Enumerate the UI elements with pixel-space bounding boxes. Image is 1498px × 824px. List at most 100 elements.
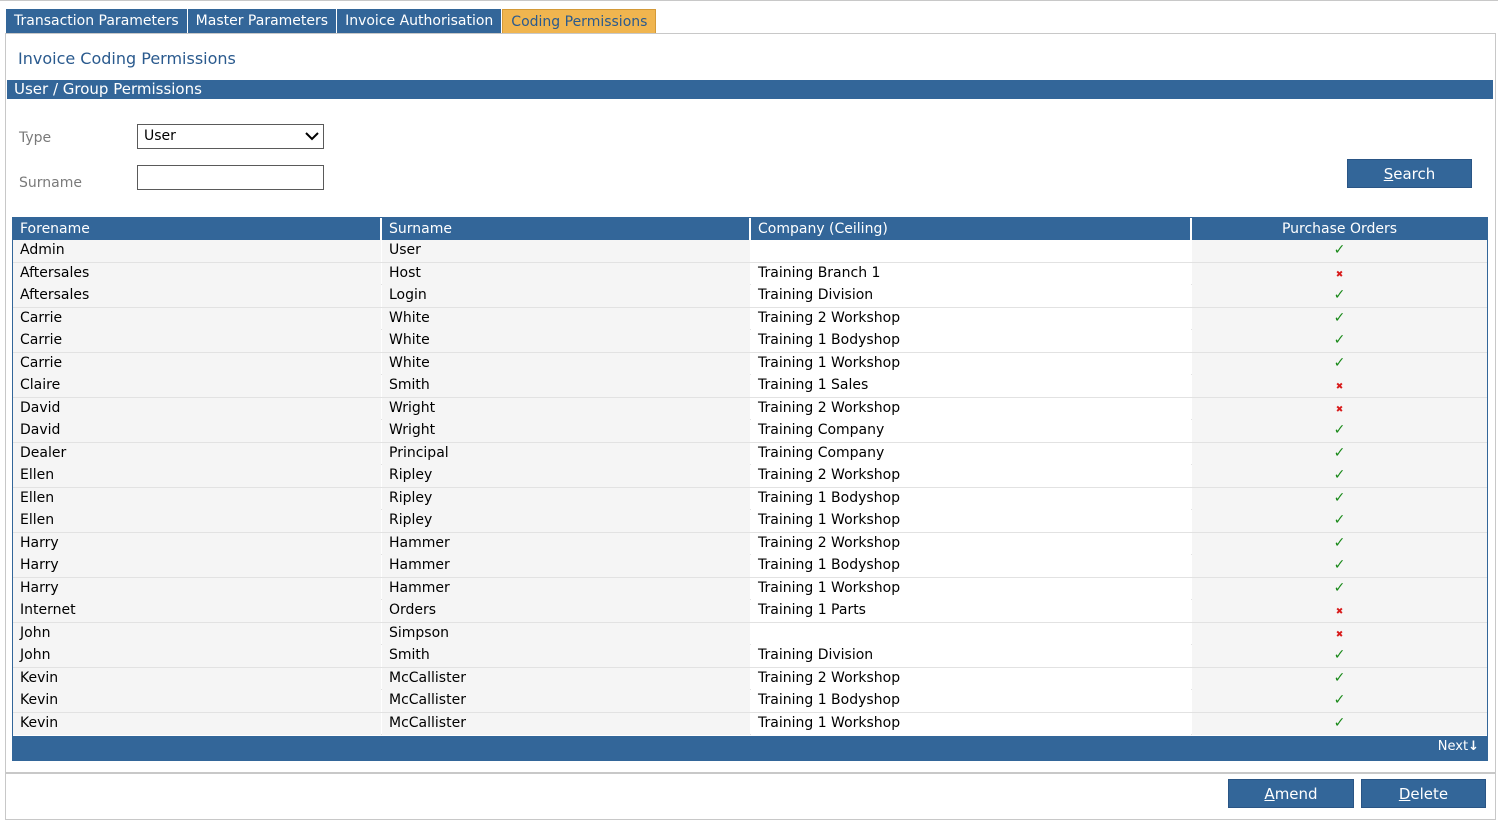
cell-forename: Ellen bbox=[13, 487, 381, 510]
cell-company: Training 1 Workshop bbox=[751, 510, 1191, 532]
cell-purchase-orders: ✓ bbox=[1192, 352, 1487, 375]
tab-master-parameters[interactable]: Master Parameters bbox=[187, 9, 337, 34]
cell-surname: White bbox=[382, 352, 750, 375]
cell-forename: John bbox=[13, 622, 381, 645]
cell-purchase-orders: ✓ bbox=[1192, 577, 1487, 600]
cell-surname: McCallister bbox=[382, 667, 750, 690]
cell-forename: Dealer bbox=[13, 442, 381, 465]
cell-purchase-orders: ✓ bbox=[1192, 240, 1487, 262]
table-row[interactable]: John Smith Training Division ✓ bbox=[13, 645, 1487, 668]
cell-company: Training 1 Workshop bbox=[751, 712, 1191, 735]
cell-purchase-orders: ✓ bbox=[1192, 667, 1487, 690]
check-icon: ✓ bbox=[1333, 557, 1346, 573]
cell-company: Training Division bbox=[751, 285, 1191, 307]
amend-button[interactable]: Amend bbox=[1228, 779, 1354, 808]
table-row[interactable]: John Simpson ✖ bbox=[13, 622, 1487, 645]
chevron-down-icon bbox=[305, 132, 319, 141]
cell-forename: Aftersales bbox=[13, 262, 381, 285]
cell-forename: Claire bbox=[13, 375, 381, 397]
cross-icon: ✖ bbox=[1335, 607, 1344, 617]
check-icon: ✓ bbox=[1333, 534, 1346, 551]
tab-invoice-authorisation[interactable]: Invoice Authorisation bbox=[337, 9, 502, 34]
table-row[interactable]: Kevin McCallister Training 1 Bodyshop ✓ bbox=[13, 690, 1487, 713]
table-row[interactable]: David Wright Training Company ✓ bbox=[13, 420, 1487, 443]
cell-purchase-orders: ✓ bbox=[1192, 712, 1487, 735]
type-label: Type bbox=[19, 130, 52, 146]
cell-surname: Ripley bbox=[382, 465, 750, 487]
cell-company: Training 1 Parts bbox=[751, 600, 1191, 622]
table-row[interactable]: Kevin McCallister Training 1 Workshop ✓ bbox=[13, 712, 1487, 735]
cell-purchase-orders: ✓ bbox=[1192, 510, 1487, 532]
cell-surname: Ripley bbox=[382, 487, 750, 510]
cell-purchase-orders: ✓ bbox=[1192, 690, 1487, 712]
page-title: Invoice Coding Permissions bbox=[18, 49, 236, 68]
cell-company: Training 2 Workshop bbox=[751, 532, 1191, 555]
cell-surname: Simpson bbox=[382, 622, 750, 645]
cell-forename: Harry bbox=[13, 532, 381, 555]
cross-icon: ✖ bbox=[1335, 269, 1344, 280]
cell-forename: Kevin bbox=[13, 690, 381, 712]
table-row[interactable]: Ellen Ripley Training 2 Workshop ✓ bbox=[13, 465, 1487, 488]
delete-button[interactable]: Delete bbox=[1361, 779, 1486, 808]
check-icon: ✓ bbox=[1333, 647, 1346, 663]
cell-company bbox=[751, 240, 1191, 262]
cell-forename: Harry bbox=[13, 577, 381, 600]
check-icon: ✓ bbox=[1333, 467, 1346, 483]
type-select-value: User bbox=[144, 128, 176, 144]
cell-purchase-orders: ✓ bbox=[1192, 487, 1487, 510]
cell-surname: Hammer bbox=[382, 577, 750, 600]
cell-company: Training Company bbox=[751, 442, 1191, 465]
cell-surname: User bbox=[382, 240, 750, 262]
table-row[interactable]: Harry Hammer Training 1 Workshop ✓ bbox=[13, 577, 1487, 600]
cell-purchase-orders: ✖ bbox=[1192, 397, 1487, 420]
cross-icon: ✖ bbox=[1335, 404, 1344, 415]
check-icon: ✓ bbox=[1333, 714, 1346, 731]
table-row[interactable]: Harry Hammer Training 1 Bodyshop ✓ bbox=[13, 555, 1487, 578]
check-icon: ✓ bbox=[1333, 579, 1346, 596]
check-icon: ✓ bbox=[1333, 332, 1346, 348]
cell-surname: Hammer bbox=[382, 555, 750, 577]
search-button[interactable]: Search bbox=[1347, 159, 1472, 188]
table-row[interactable]: Ellen Ripley Training 1 Bodyshop ✓ bbox=[13, 487, 1487, 510]
cell-purchase-orders: ✓ bbox=[1192, 330, 1487, 352]
table-row[interactable]: Harry Hammer Training 2 Workshop ✓ bbox=[13, 532, 1487, 555]
type-select[interactable]: User bbox=[137, 124, 324, 149]
table-header: Forename Surname Company (Ceiling) Purch… bbox=[13, 218, 1487, 240]
cell-surname: McCallister bbox=[382, 712, 750, 735]
column-header-company[interactable]: Company (Ceiling) bbox=[751, 218, 1192, 240]
surname-input[interactable] bbox=[137, 165, 324, 190]
table-row[interactable]: Ellen Ripley Training 1 Workshop ✓ bbox=[13, 510, 1487, 533]
table-row[interactable]: Aftersales Login Training Division ✓ bbox=[13, 285, 1487, 308]
cell-company bbox=[751, 622, 1191, 645]
table-row[interactable]: Aftersales Host Training Branch 1 ✖ bbox=[13, 262, 1487, 285]
column-header-purchase-orders[interactable]: Purchase Orders bbox=[1192, 218, 1487, 240]
column-header-forename[interactable]: Forename bbox=[13, 218, 382, 240]
cell-company: Training 1 Workshop bbox=[751, 577, 1191, 600]
cell-surname: Smith bbox=[382, 645, 750, 667]
cell-surname: Wright bbox=[382, 397, 750, 420]
check-icon: ✓ bbox=[1333, 489, 1346, 506]
tab-transaction-parameters[interactable]: Transaction Parameters bbox=[6, 9, 187, 34]
table-row[interactable]: Claire Smith Training 1 Sales ✖ bbox=[13, 375, 1487, 398]
check-icon: ✓ bbox=[1333, 422, 1346, 438]
column-header-surname[interactable]: Surname bbox=[382, 218, 751, 240]
cell-company: Training Branch 1 bbox=[751, 262, 1191, 285]
table-row[interactable]: Dealer Principal Training Company ✓ bbox=[13, 442, 1487, 465]
table-row[interactable]: Carrie White Training 1 Bodyshop ✓ bbox=[13, 330, 1487, 353]
table-row[interactable]: David Wright Training 2 Workshop ✖ bbox=[13, 397, 1487, 420]
cell-surname: Smith bbox=[382, 375, 750, 397]
tab-coding-permissions[interactable]: Coding Permissions bbox=[502, 9, 657, 34]
table-row[interactable]: Admin User ✓ bbox=[13, 240, 1487, 263]
next-page-link[interactable]: Next↓ bbox=[1438, 739, 1479, 754]
cell-purchase-orders: ✓ bbox=[1192, 532, 1487, 555]
table-row[interactable]: Kevin McCallister Training 2 Workshop ✓ bbox=[13, 667, 1487, 690]
table-row[interactable]: Carrie White Training 1 Workshop ✓ bbox=[13, 352, 1487, 375]
cell-company: Training 1 Bodyshop bbox=[751, 330, 1191, 352]
cell-company: Training 1 Sales bbox=[751, 375, 1191, 397]
tab-bar: Transaction Parameters Master Parameters… bbox=[6, 9, 657, 34]
table-row[interactable]: Carrie White Training 2 Workshop ✓ bbox=[13, 307, 1487, 330]
table-row[interactable]: Internet Orders Training 1 Parts ✖ bbox=[13, 600, 1487, 623]
cell-company: Training Division bbox=[751, 645, 1191, 667]
cell-purchase-orders: ✓ bbox=[1192, 555, 1487, 577]
check-icon: ✓ bbox=[1333, 309, 1346, 326]
